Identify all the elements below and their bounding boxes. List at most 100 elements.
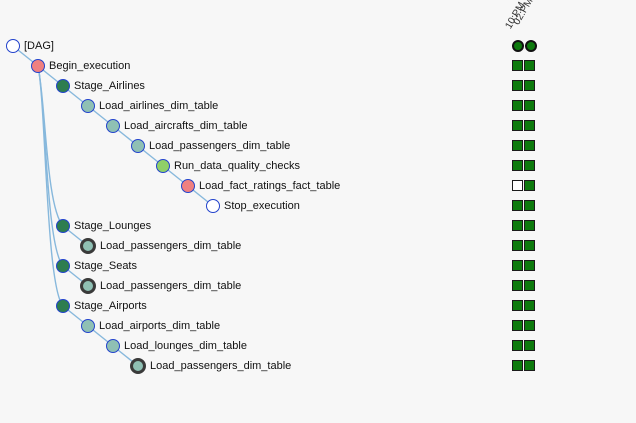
task-stage-seats[interactable]: Stage_Seats — [56, 256, 137, 276]
task-label[interactable]: Load_fact_ratings_fact_table — [199, 180, 340, 192]
task-status-circle[interactable] — [6, 39, 20, 53]
task-instance-square[interactable] — [512, 180, 523, 191]
task-instance-row — [512, 80, 535, 92]
task-stage-airlines[interactable]: Stage_Airlines — [56, 76, 145, 96]
task-label[interactable]: Load_passengers_dim_table — [149, 140, 290, 152]
task-instance-square[interactable] — [512, 80, 523, 91]
task-instance-square[interactable] — [524, 320, 535, 331]
dag-run-circle-1[interactable] — [512, 40, 524, 52]
task-instance-row — [512, 260, 535, 272]
task-run-data-quality-checks[interactable]: Run_data_quality_checks — [156, 156, 300, 176]
task-instance-square[interactable] — [512, 100, 523, 111]
task-instance-row — [512, 120, 535, 132]
task-label[interactable]: Begin_execution — [49, 60, 130, 72]
task-instance-square[interactable] — [524, 280, 535, 291]
task-instance-square[interactable] — [512, 140, 523, 151]
task-status-circle[interactable] — [130, 358, 146, 374]
task-instance-square[interactable] — [524, 80, 535, 91]
task-instance-square[interactable] — [524, 260, 535, 271]
task-load-airlines-dim-table[interactable]: Load_airlines_dim_table — [81, 96, 218, 116]
task-stage-airports[interactable]: Stage_Airports — [56, 296, 147, 316]
task-instance-square[interactable] — [512, 300, 523, 311]
task-status-circle[interactable] — [81, 319, 95, 333]
task-instance-square[interactable] — [524, 60, 535, 71]
dag-run-circle-2[interactable] — [525, 40, 537, 52]
tree-view: [DAG] Begin_execution Stage_Airlines Load_a… — [0, 0, 636, 423]
task-instance-square[interactable] — [512, 160, 523, 171]
task-label[interactable]: Load_airports_dim_table — [99, 320, 220, 332]
task-load-aircrafts-dim-table[interactable]: Load_aircrafts_dim_table — [106, 116, 248, 136]
task-instance-square[interactable] — [524, 360, 535, 371]
task-status-circle[interactable] — [56, 299, 70, 313]
task-instance-square[interactable] — [512, 200, 523, 211]
dag-root-node[interactable]: [DAG] — [6, 36, 54, 56]
task-load-lounges-dim-table[interactable]: Load_lounges_dim_table — [106, 336, 247, 356]
task-instance-square[interactable] — [524, 200, 535, 211]
task-status-circle[interactable] — [106, 339, 120, 353]
task-status-circle[interactable] — [80, 238, 96, 254]
task-status-circle[interactable] — [56, 79, 70, 93]
task-load-airports-dim-table[interactable]: Load_airports_dim_table — [81, 316, 220, 336]
task-instance-square[interactable] — [524, 220, 535, 231]
task-label[interactable]: Stage_Airlines — [74, 80, 145, 92]
task-begin-execution[interactable]: Begin_execution — [31, 56, 130, 76]
task-instance-square[interactable] — [524, 160, 535, 171]
task-instance-row — [512, 340, 535, 352]
task-status-circle[interactable] — [131, 139, 145, 153]
task-instance-row — [512, 280, 535, 292]
task-label[interactable]: Load_lounges_dim_table — [124, 340, 247, 352]
task-load-passengers-dim-table-3[interactable]: Load_passengers_dim_table — [80, 276, 241, 296]
task-load-passengers-dim-table-4[interactable]: Load_passengers_dim_table — [130, 356, 291, 376]
task-instance-square[interactable] — [512, 360, 523, 371]
task-label[interactable]: Stage_Seats — [74, 260, 137, 272]
task-instance-row — [512, 180, 535, 192]
task-status-circle[interactable] — [81, 99, 95, 113]
task-label[interactable]: Load_aircrafts_dim_table — [124, 120, 248, 132]
task-status-circle[interactable] — [181, 179, 195, 193]
task-label[interactable]: Run_data_quality_checks — [174, 160, 300, 172]
task-label[interactable]: Load_passengers_dim_table — [100, 240, 241, 252]
task-instance-square[interactable] — [512, 60, 523, 71]
task-load-fact-ratings-fact-table[interactable]: Load_fact_ratings_fact_table — [181, 176, 340, 196]
task-status-circle[interactable] — [156, 159, 170, 173]
task-instance-row — [512, 220, 535, 232]
task-status-circle[interactable] — [106, 119, 120, 133]
task-label[interactable]: Stage_Lounges — [74, 220, 151, 232]
task-instance-row — [512, 320, 535, 332]
task-instance-row — [512, 160, 535, 172]
task-status-circle[interactable] — [56, 259, 70, 273]
task-instance-square[interactable] — [524, 180, 535, 191]
dependency-edge — [37, 65, 64, 267]
task-label[interactable]: Load_passengers_dim_table — [100, 280, 241, 292]
task-instance-row — [512, 360, 535, 372]
task-instance-square[interactable] — [512, 120, 523, 131]
task-instance-square[interactable] — [524, 300, 535, 311]
task-instance-square[interactable] — [524, 140, 535, 151]
task-instance-square[interactable] — [512, 260, 523, 271]
task-status-circle[interactable] — [56, 219, 70, 233]
task-label[interactable]: Stage_Airports — [74, 300, 147, 312]
task-load-passengers-dim-table-1[interactable]: Load_passengers_dim_table — [131, 136, 290, 156]
task-instance-row — [512, 60, 535, 72]
task-instance-square[interactable] — [524, 240, 535, 251]
task-stop-execution[interactable]: Stop_execution — [206, 196, 300, 216]
task-label[interactable]: Stop_execution — [224, 200, 300, 212]
task-instance-square[interactable] — [512, 220, 523, 231]
task-instance-square[interactable] — [524, 100, 535, 111]
task-instance-square[interactable] — [524, 340, 535, 351]
task-status-circle[interactable] — [206, 199, 220, 213]
task-label[interactable]: Load_airlines_dim_table — [99, 100, 218, 112]
task-instance-row — [512, 100, 535, 112]
task-instance-square[interactable] — [512, 320, 523, 331]
task-instance-square[interactable] — [512, 340, 523, 351]
task-instance-square[interactable] — [512, 280, 523, 291]
task-stage-lounges[interactable]: Stage_Lounges — [56, 216, 151, 236]
task-load-passengers-dim-table-2[interactable]: Load_passengers_dim_table — [80, 236, 241, 256]
task-label[interactable]: [DAG] — [24, 40, 54, 52]
task-instance-square[interactable] — [512, 240, 523, 251]
task-instance-row — [512, 200, 535, 212]
task-status-circle[interactable] — [31, 59, 45, 73]
task-instance-square[interactable] — [524, 120, 535, 131]
task-label[interactable]: Load_passengers_dim_table — [150, 360, 291, 372]
task-status-circle[interactable] — [80, 278, 96, 294]
